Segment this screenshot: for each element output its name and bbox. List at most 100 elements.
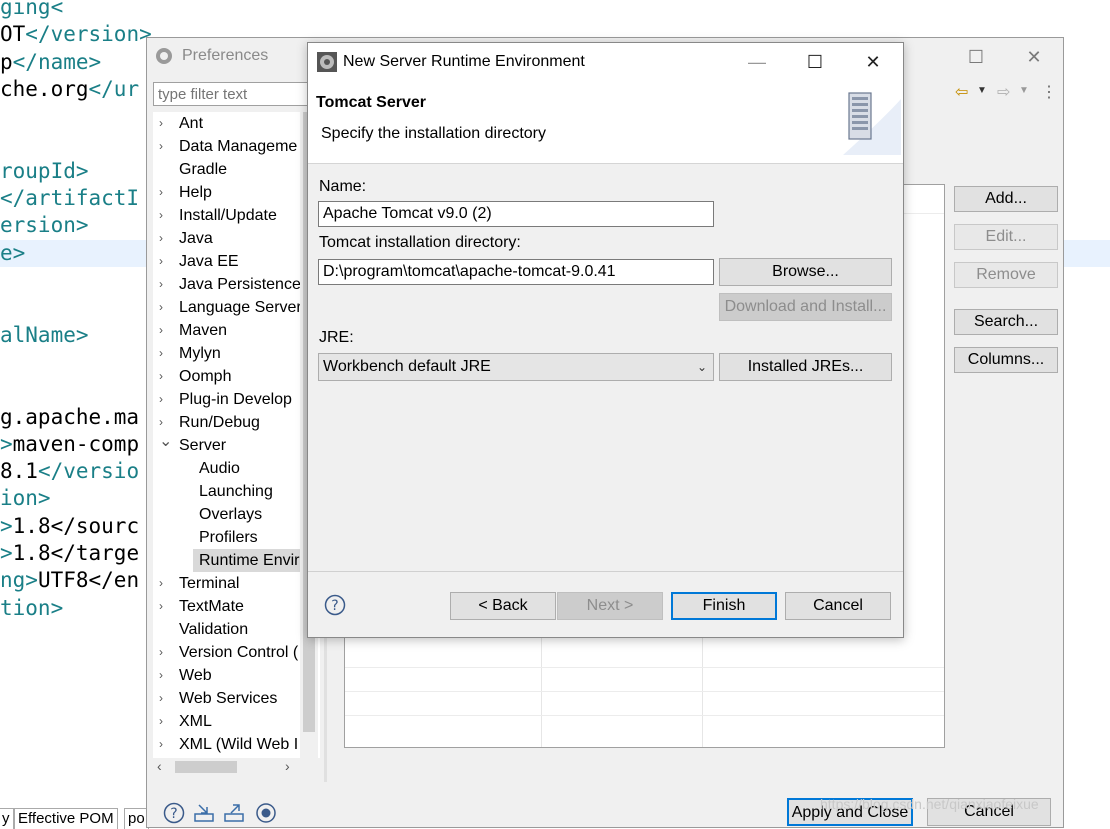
jre-select[interactable]: Workbench default JRE ⌄ <box>318 353 714 381</box>
dialog-titlebar: New Server Runtime Environment — ☐ ✕ <box>308 43 903 81</box>
more-menu-icon[interactable]: ⋮ <box>1041 82 1057 102</box>
scroll-left-icon[interactable]: ‹ <box>157 758 162 774</box>
chevron-right-icon[interactable]: › <box>159 296 171 319</box>
tree-horizontal-scrollbar[interactable]: ‹ › <box>153 758 320 776</box>
code-token: 8.1 <box>0 459 38 484</box>
preferences-tree: › Ant › Data Manageme Gradle › Help › Install/Up… <box>153 112 320 762</box>
editor-tab-effective-pom[interactable]: Effective POM <box>14 808 118 829</box>
chevron-right-icon[interactable]: › <box>159 595 171 618</box>
code-line: >1.8</targe <box>0 540 139 567</box>
help-icon[interactable]: ? <box>324 594 346 616</box>
code-line: ersion> <box>0 212 89 239</box>
tree-item-label: Language Server <box>179 299 302 316</box>
tree-item-label: Web Services <box>179 690 278 707</box>
code-line: p</name> <box>0 49 101 76</box>
back-button[interactable]: < Back <box>450 592 556 620</box>
back-arrow-icon[interactable]: ⇦ <box>955 82 968 102</box>
dialog-title: New Server Runtime Environment <box>343 53 585 70</box>
name-input[interactable] <box>318 201 714 227</box>
tree-item-label: Version Control ( <box>179 644 299 661</box>
code-line: roupId> <box>0 158 89 185</box>
code-token: > <box>0 513 13 538</box>
svg-text:?: ? <box>170 806 177 822</box>
tree-item-label: Web <box>179 667 212 684</box>
tree-item-label: Server <box>179 437 227 454</box>
chevron-right-icon[interactable]: › <box>159 733 171 756</box>
code-token: > <box>0 431 13 456</box>
next-button[interactable]: Next > <box>557 592 663 620</box>
chevron-right-icon[interactable]: › <box>159 641 171 664</box>
chevron-right-icon[interactable]: › <box>159 204 171 227</box>
editor-tab-pom[interactable]: po <box>124 808 149 829</box>
code-line: che.org</ur <box>0 76 139 103</box>
code-token: ersion> <box>0 213 89 238</box>
chevron-right-icon[interactable]: › <box>159 664 171 687</box>
tree-hscroll-thumb[interactable] <box>175 761 237 773</box>
code-line: >maven-comp <box>0 431 139 458</box>
minimize-button[interactable]: — <box>734 47 780 77</box>
dialog-separator <box>308 571 903 572</box>
chevron-right-icon[interactable]: › <box>159 319 171 342</box>
installed-jres-button[interactable]: Installed JREs... <box>719 353 892 381</box>
chevron-right-icon[interactable]: › <box>159 365 171 388</box>
chevron-right-icon[interactable]: › <box>159 250 171 273</box>
jre-label: JRE: <box>319 329 354 346</box>
tree-item-label: Maven <box>179 322 228 339</box>
code-token: ion> <box>0 486 51 511</box>
code-line: alName> <box>0 322 89 349</box>
chevron-right-icon[interactable]: › <box>159 687 171 710</box>
chevron-right-icon[interactable]: › <box>159 135 171 158</box>
tree-item-label: Run/Debug <box>179 414 260 431</box>
chevron-right-icon[interactable]: › <box>159 227 171 250</box>
close-button[interactable]: ✕ <box>1011 42 1057 72</box>
wizard-header: Tomcat Server Specify the installation d… <box>308 81 903 164</box>
edit-button[interactable]: Edit... <box>954 224 1058 250</box>
close-button[interactable]: ✕ <box>850 47 896 77</box>
chevron-right-icon[interactable]: › <box>159 181 171 204</box>
watermark: https://blog.csdn.net/qianxiaofeixue <box>820 796 1039 812</box>
search-button[interactable]: Search... <box>954 309 1058 335</box>
tree-item-label: XML <box>179 713 212 730</box>
chevron-right-icon[interactable]: › <box>159 710 171 733</box>
download-install-button[interactable]: Download and Install... <box>719 293 892 321</box>
install-dir-label: Tomcat installation directory: <box>319 234 521 251</box>
code-line: </artifactI <box>0 185 139 212</box>
import-icon[interactable] <box>193 802 215 824</box>
code-token: > <box>0 541 13 565</box>
forward-dropdown-icon[interactable]: ▼ <box>1019 85 1029 96</box>
code-token: </artifactI <box>0 186 140 211</box>
code-line: tion> <box>0 595 63 622</box>
finish-button[interactable]: Finish <box>671 592 777 620</box>
chevron-right-icon[interactable]: › <box>159 572 171 595</box>
scroll-right-icon[interactable]: › <box>285 758 290 774</box>
code-token: g.apache.ma <box>0 404 140 429</box>
cancel-button[interactable]: Cancel <box>785 592 891 620</box>
chevron-right-icon[interactable]: › <box>159 342 171 365</box>
chevron-right-icon[interactable]: › <box>159 388 171 411</box>
tree-item-label: Profilers <box>199 529 258 546</box>
editor-tab-partial[interactable]: y <box>0 808 14 829</box>
chevron-right-icon[interactable]: › <box>159 112 171 135</box>
help-icon[interactable]: ? <box>163 802 185 824</box>
eclipse-gear-icon <box>156 48 172 64</box>
maximize-button[interactable]: ☐ <box>953 42 999 72</box>
filter-input[interactable] <box>153 82 323 106</box>
chevron-right-icon[interactable]: › <box>159 273 171 296</box>
forward-arrow-icon[interactable]: ⇨ <box>997 82 1010 102</box>
remove-button[interactable]: Remove <box>954 262 1058 288</box>
server-icon <box>843 92 901 155</box>
code-line: OT</version> <box>0 21 152 48</box>
back-dropdown-icon[interactable]: ▼ <box>977 85 987 96</box>
maximize-button[interactable]: ☐ <box>792 47 838 77</box>
export-icon[interactable] <box>223 802 245 824</box>
code-token: 1.8</sourc <box>12 513 140 538</box>
svg-text:?: ? <box>331 598 338 614</box>
eclipse-gear-icon <box>317 52 337 72</box>
browse-button[interactable]: Browse... <box>719 258 892 286</box>
install-dir-input[interactable] <box>318 259 714 285</box>
columns-button[interactable]: Columns... <box>954 347 1058 373</box>
tree-item-label: TextMate <box>179 598 244 615</box>
chevron-down-icon[interactable]: ⌄ <box>159 430 172 453</box>
record-icon[interactable] <box>255 802 277 824</box>
add-button[interactable]: Add... <box>954 186 1058 212</box>
